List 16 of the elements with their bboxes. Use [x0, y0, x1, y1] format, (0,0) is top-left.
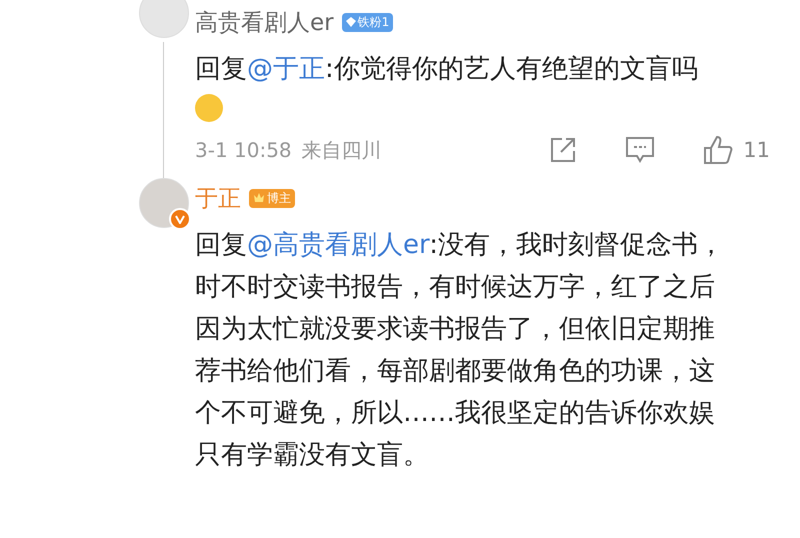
comment-icon[interactable]	[625, 136, 656, 164]
like-count: 11	[743, 138, 770, 162]
comment-time: 3-1 10:58	[195, 138, 292, 162]
thumbs-up-icon[interactable]	[703, 135, 734, 165]
crown-icon	[253, 192, 265, 204]
comment-text: 回复@高贵看剧人er:没有，我时刻督促念书，时不时交读书报告，有时候达万字，红了之后因为太忙就没要求读书报告了，但依旧定期推荐书给他们看，每部剧都要做角色的功课，这个不可避免，所以……我很坚定的告诉你欢娱只有学霸没有文盲。	[195, 229, 725, 472]
comment-text: 回复@于正:你觉得你的艺人有绝望的文盲吗	[195, 53, 699, 86]
share-icon[interactable]	[549, 136, 578, 164]
mention-link[interactable]: @高贵看剧人er	[247, 230, 430, 260]
comment-location: 来自四川	[302, 136, 382, 164]
user-badge: 博主	[249, 188, 295, 208]
user-name[interactable]: 高贵看剧人er	[195, 6, 334, 38]
user-name[interactable]: 于正	[195, 182, 241, 214]
mention-link[interactable]: @于正	[247, 54, 325, 84]
user-badge: 铁粉1	[342, 12, 394, 32]
diamond-icon	[346, 17, 356, 27]
